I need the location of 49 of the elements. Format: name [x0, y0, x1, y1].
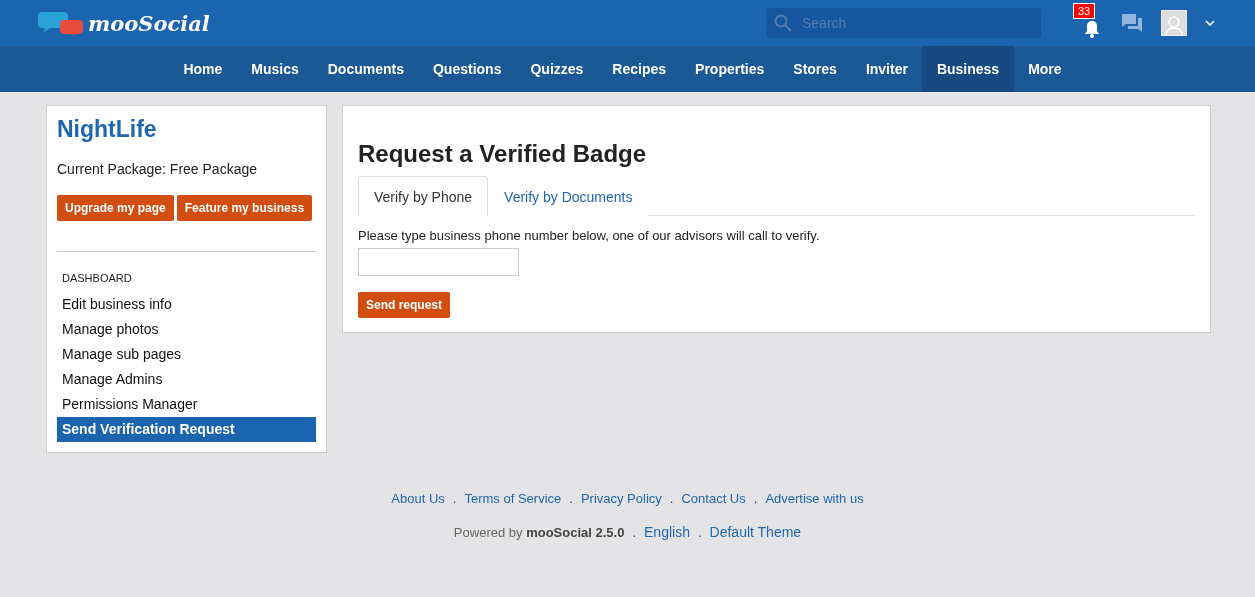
nav-item[interactable]: Recipes — [597, 46, 681, 92]
section-heading: DASHBOARD — [61, 272, 133, 284]
chevron-down-icon[interactable] — [1205, 20, 1215, 26]
separator: . — [669, 491, 674, 506]
package-text: Current Package: Free Package — [57, 161, 258, 177]
footer-link[interactable]: Default Theme — [709, 524, 802, 540]
footer-link[interactable]: Advertise with us — [765, 491, 864, 506]
search-field[interactable]: Search — [766, 8, 1041, 38]
send-request-button[interactable]: Send request — [358, 292, 451, 318]
action-button[interactable]: Upgrade my page — [57, 195, 174, 221]
sidebar-item[interactable]: Manage sub pages — [57, 342, 316, 367]
separator: . — [452, 491, 457, 506]
phone-field[interactable] — [358, 248, 519, 276]
business-title[interactable]: NightLife — [57, 116, 316, 143]
nav-item[interactable]: More — [1013, 46, 1077, 92]
nav-item[interactable]: Quizzes — [515, 46, 598, 92]
sidebar-item[interactable]: Send Verification Request — [57, 417, 316, 442]
bell-icon[interactable] — [1084, 20, 1100, 38]
nav-item[interactable]: Documents — [313, 46, 419, 92]
powered-by-text: Powered by mooSocial 2.5.0 — [453, 525, 625, 540]
nav-item[interactable]: Questions — [418, 46, 516, 92]
sidebar-item[interactable]: Manage Admins — [57, 367, 316, 392]
footer-link[interactable]: Contact Us — [681, 491, 746, 506]
footer-link[interactable]: Privacy Policy — [580, 491, 662, 506]
sidebar-item[interactable]: Edit business info — [57, 292, 316, 317]
separator: . — [753, 491, 758, 506]
nav-item[interactable]: Inviter — [851, 46, 923, 92]
nav-item[interactable]: Stores — [778, 46, 852, 92]
logo-text[interactable]: mooSocial — [88, 10, 210, 36]
nav-item[interactable]: Musics — [236, 46, 314, 92]
separator: . — [632, 525, 636, 540]
page-title: Request a Verified Badge — [358, 140, 648, 168]
separator: . — [697, 525, 702, 540]
notification-count: 33 — [1073, 3, 1096, 19]
action-button[interactable]: Feature my business — [176, 195, 313, 221]
nav-item[interactable]: Home — [168, 46, 237, 92]
tab[interactable]: Verify by Phone — [358, 176, 489, 216]
instruction-text: Please type business phone number below, one of our advisors will call to verify. — [358, 228, 821, 243]
footer-link[interactable]: Terms of Service — [464, 491, 562, 506]
logo-icon — [38, 10, 84, 36]
nav-item[interactable]: Business — [922, 46, 1014, 92]
sidebar-item[interactable]: Manage photos — [57, 317, 316, 342]
sidebar-item[interactable]: Permissions Manager — [57, 392, 316, 417]
chat-icon[interactable] — [1121, 13, 1143, 33]
nav-item[interactable]: Properties — [680, 46, 779, 92]
footer-link[interactable]: About Us — [391, 491, 445, 506]
footer-link[interactable]: English — [644, 524, 690, 540]
search-icon — [774, 14, 792, 32]
separator: . — [569, 491, 573, 506]
